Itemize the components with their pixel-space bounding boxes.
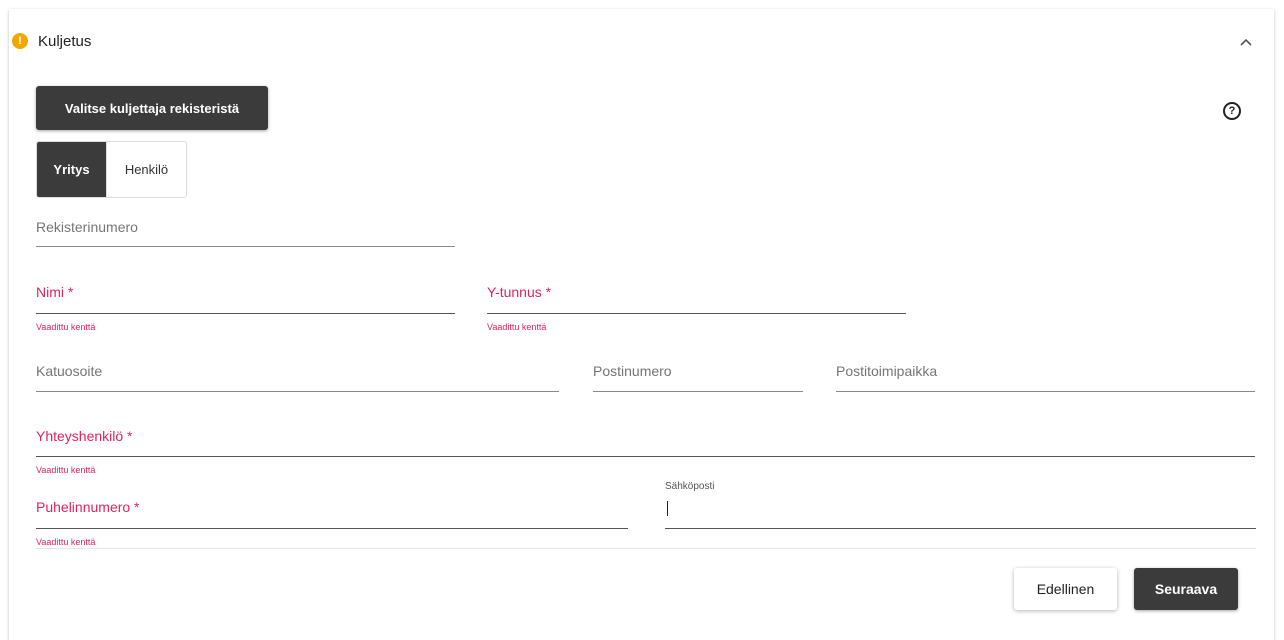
city-label: Postitoimipaikka — [836, 363, 938, 379]
help-icon[interactable]: ? — [1223, 102, 1241, 120]
contact-person-error: Vaadittu kenttä — [36, 465, 96, 475]
name-field[interactable]: Nimi * — [36, 283, 455, 314]
business-id-label: Y-tunnus * — [487, 284, 552, 300]
contact-person-field[interactable]: Yhteyshenkilö * — [36, 427, 1255, 457]
contact-person-label: Yhteyshenkilö * — [36, 428, 133, 444]
warning-icon: ! — [12, 33, 28, 49]
previous-button[interactable]: Edellinen — [1014, 568, 1117, 610]
email-label: Sähköposti — [665, 481, 715, 492]
select-driver-button[interactable]: Valitse kuljettaja rekisteristä — [36, 86, 268, 130]
next-button[interactable]: Seuraava — [1134, 568, 1238, 610]
postal-code-field[interactable]: Postinumero — [593, 362, 803, 392]
street-address-field[interactable]: Katuosoite — [36, 362, 559, 392]
phone-field[interactable]: Puhelinnumero * — [36, 499, 628, 529]
business-id-error: Vaadittu kenttä — [487, 322, 547, 332]
entity-type-toggle: Yritys Henkilö — [36, 141, 187, 198]
section-header[interactable]: ! Kuljetus — [12, 30, 91, 52]
business-id-field[interactable]: Y-tunnus * — [487, 283, 906, 314]
chevron-up-icon[interactable] — [1236, 34, 1256, 50]
name-label: Nimi * — [36, 284, 74, 300]
footer-divider — [36, 548, 1256, 549]
postal-code-label: Postinumero — [593, 363, 672, 379]
email-field[interactable] — [665, 498, 1256, 529]
city-field[interactable]: Postitoimipaikka — [836, 362, 1255, 392]
register-number-field[interactable]: Rekisterinumero — [36, 218, 455, 247]
name-error: Vaadittu kenttä — [36, 322, 96, 332]
text-caret — [667, 501, 668, 516]
street-address-label: Katuosoite — [36, 363, 103, 379]
toggle-person[interactable]: Henkilö — [106, 142, 186, 197]
section-title: Kuljetus — [38, 32, 92, 50]
toggle-company[interactable]: Yritys — [37, 142, 106, 197]
phone-label: Puhelinnumero * — [36, 499, 140, 515]
phone-error: Vaadittu kenttä — [36, 537, 96, 547]
register-number-label: Rekisterinumero — [36, 219, 138, 235]
